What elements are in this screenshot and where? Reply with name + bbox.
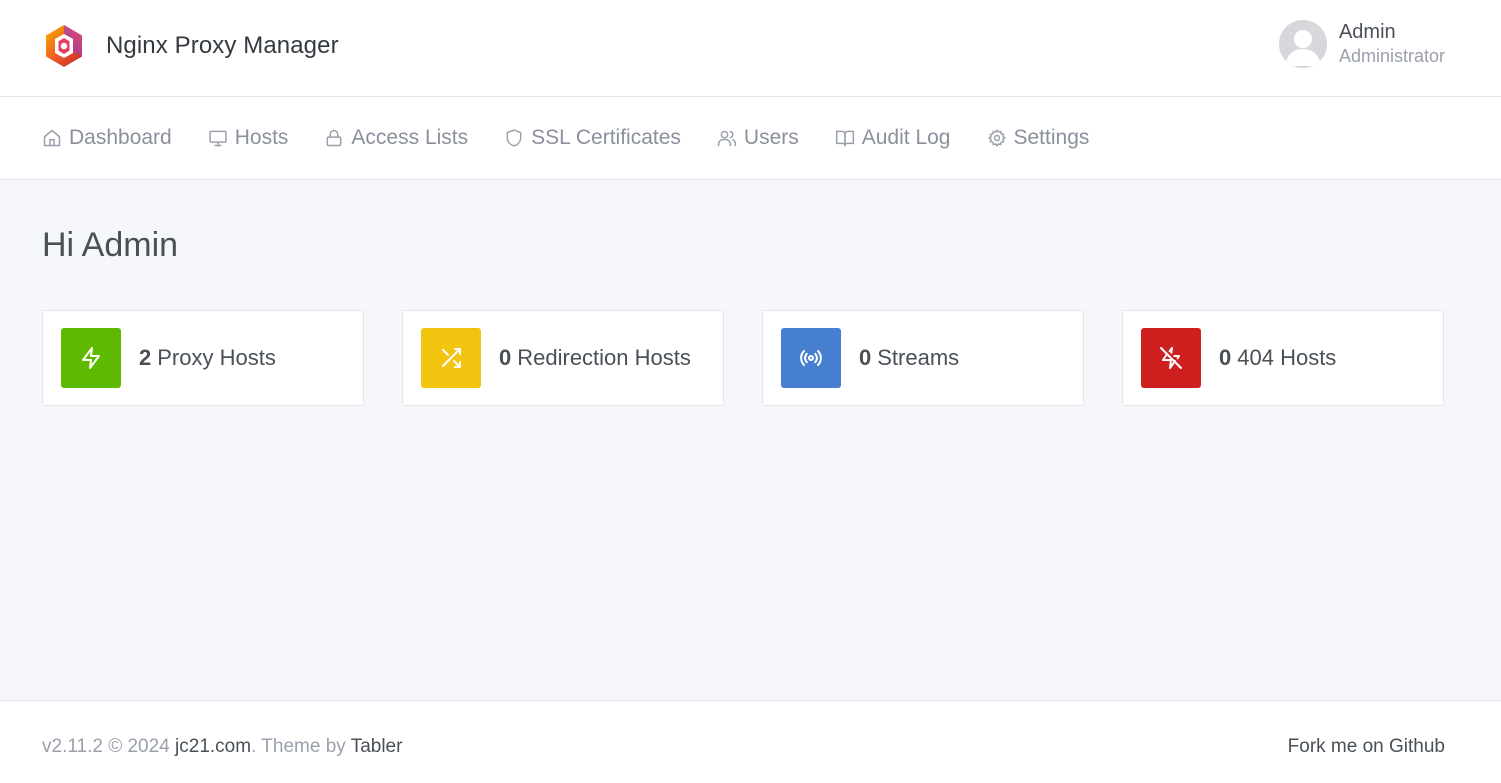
- user-name: Admin: [1338, 21, 1396, 44]
- card-label: Proxy Hosts: [157, 345, 276, 370]
- nav-item-settings[interactable]: Settings: [987, 97, 1090, 179]
- card-text: 0 Redirection Hosts: [499, 345, 691, 371]
- card-count: 0: [1219, 345, 1232, 370]
- card-icon-box: [61, 328, 121, 388]
- radio-icon: [800, 350, 822, 366]
- card-text: 0 Streams: [859, 345, 959, 371]
- home-icon: [43, 129, 61, 147]
- theme-link[interactable]: Tabler: [351, 736, 403, 757]
- proxy-hosts-card[interactable]: 2 Proxy Hosts: [42, 310, 364, 406]
- card-count: 0: [499, 345, 512, 370]
- nav-item-audit-log[interactable]: Audit Log: [835, 97, 951, 179]
- card-text: 0 404 Hosts: [1219, 345, 1336, 371]
- avatar: [1278, 20, 1327, 68]
- footer: v2.11.2 © 2024 jc21.com. Theme by Tabler…: [0, 700, 1501, 783]
- redirection-hosts-card[interactable]: 0 Redirection Hosts: [402, 310, 724, 406]
- footer-credits: v2.11.2 © 2024 jc21.com. Theme by Tabler: [42, 736, 402, 758]
- user-info: Admin Administrator: [1339, 21, 1445, 67]
- nav-item-label: Hosts: [234, 126, 289, 149]
- card-label: Streams: [877, 345, 960, 370]
- card-count: 2: [139, 345, 152, 370]
- card-icon-box: [421, 328, 481, 388]
- zap-off-icon: [1160, 347, 1182, 369]
- card-icon-box: [781, 328, 841, 388]
- gear-icon: [987, 129, 1006, 147]
- main-nav: Dashboard Hosts Access Lists SSL Certifi…: [0, 97, 1501, 180]
- streams-card[interactable]: 0 Streams: [762, 310, 1084, 406]
- monitor-icon: [209, 130, 227, 147]
- stats-cards: 2 Proxy Hosts 0 Redirection Hosts 0 Stre…: [42, 310, 1459, 406]
- theme-prefix-text: . Theme by: [251, 736, 346, 757]
- 404-hosts-card[interactable]: 0 404 Hosts: [1122, 310, 1444, 406]
- nav-item-hosts[interactable]: Hosts: [208, 97, 289, 179]
- card-label: Redirection Hosts: [517, 345, 691, 370]
- nav-item-label: Users: [743, 126, 799, 149]
- nav-item-access-lists[interactable]: Access Lists: [324, 97, 468, 179]
- app-name: Nginx Proxy Manager: [106, 32, 339, 59]
- nginx-proxy-manager-logo-icon: [46, 25, 82, 67]
- nav-item-users[interactable]: Users: [717, 97, 799, 179]
- page-title: Hi Admin: [42, 226, 179, 264]
- card-icon-box: [1141, 328, 1201, 388]
- github-link[interactable]: Fork me on Github: [1288, 736, 1445, 757]
- card-text: 2 Proxy Hosts: [139, 345, 276, 371]
- brand-link[interactable]: Nginx Proxy Manager: [42, 22, 339, 70]
- shuffle-icon: [442, 348, 461, 368]
- nav-item-label: Audit Log: [861, 126, 951, 149]
- nav-item-label: Dashboard: [69, 126, 172, 149]
- lock-icon: [327, 129, 342, 147]
- nav-item-label: Settings: [1013, 126, 1090, 149]
- shield-icon: [506, 129, 522, 147]
- card-label: 404 Hosts: [1237, 345, 1337, 370]
- nav-item-ssl-certificates[interactable]: SSL Certificates: [504, 97, 681, 179]
- nav-item-label: Access Lists: [351, 126, 469, 149]
- user-menu[interactable]: Admin Administrator: [1278, 20, 1445, 68]
- card-count: 0: [859, 345, 872, 370]
- users-icon: [717, 130, 736, 147]
- nav-item-label: SSL Certificates: [531, 126, 681, 149]
- company-link[interactable]: jc21.com: [175, 736, 251, 757]
- version-text: v2.11.2 © 2024: [42, 736, 170, 757]
- book-icon: [835, 130, 854, 147]
- footer-github: Fork me on Github: [1288, 736, 1445, 758]
- zap-icon: [82, 347, 100, 369]
- top-header: Nginx Proxy Manager Admin Administrator: [0, 0, 1501, 97]
- user-role: Administrator: [1338, 46, 1445, 67]
- nav-item-dashboard[interactable]: Dashboard: [42, 97, 172, 179]
- main-content: Hi Admin 2 Proxy Hosts 0 Redirection Hos…: [0, 180, 1501, 700]
